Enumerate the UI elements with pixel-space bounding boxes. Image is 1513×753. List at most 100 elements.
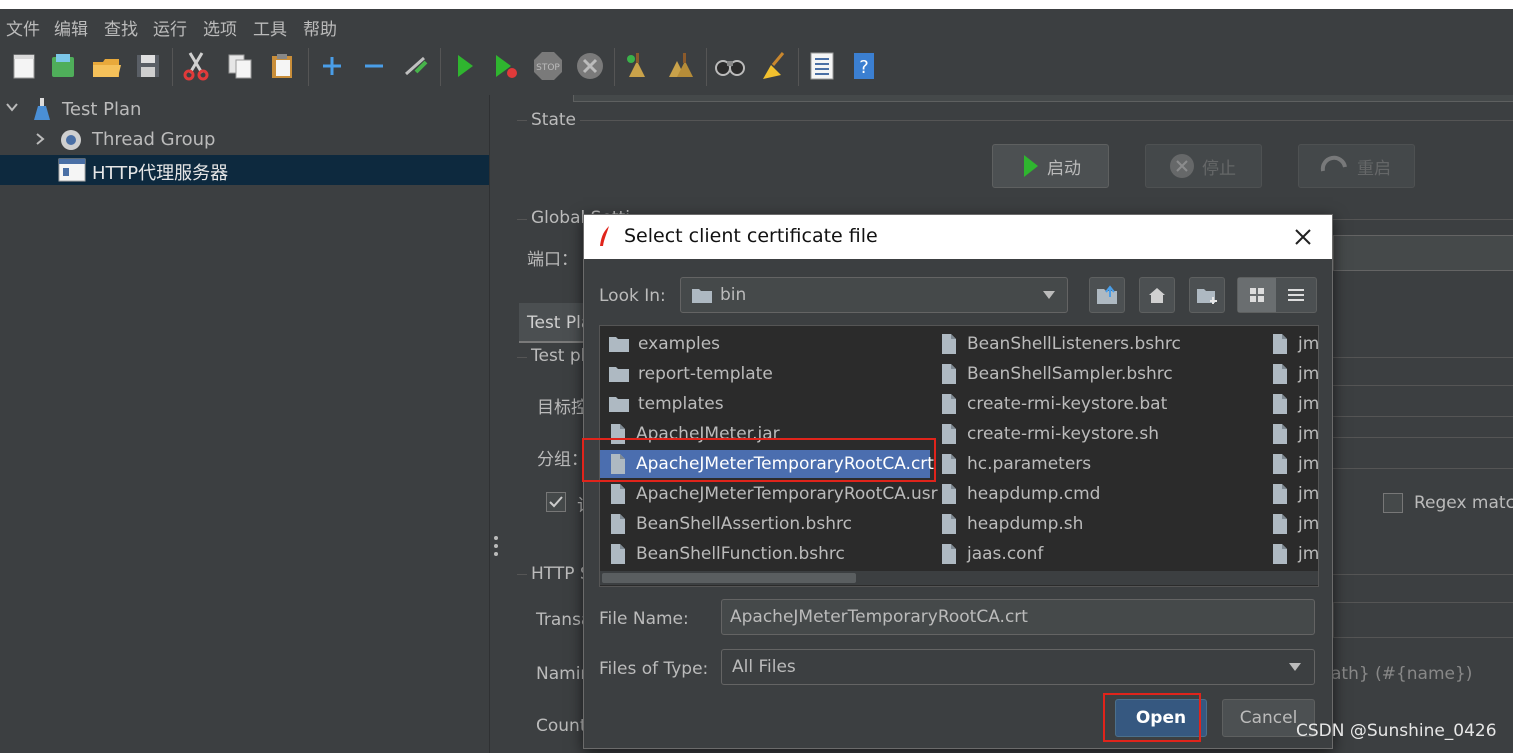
file-item[interactable]: jm <box>1262 360 1319 388</box>
file-item[interactable]: heapdump.cmd <box>931 480 1261 508</box>
menu-search[interactable]: 查找 <box>104 15 138 40</box>
open-button[interactable]: Open <box>1115 699 1207 737</box>
port-input[interactable] <box>1333 235 1513 271</box>
clear-all-icon[interactable] <box>664 50 696 82</box>
copy-icon[interactable] <box>224 50 256 82</box>
start-button[interactable]: 启动 <box>992 144 1109 188</box>
file-item[interactable]: BeanShellListeners.bshrc <box>931 330 1261 358</box>
new-icon[interactable] <box>8 50 40 82</box>
file-item[interactable]: jm <box>1262 390 1318 418</box>
menu-file[interactable]: 文件 <box>6 15 40 40</box>
clear-icon[interactable] <box>622 50 654 82</box>
folder-icon <box>609 397 629 412</box>
file-item[interactable]: heapdump.sh <box>931 510 1261 538</box>
chevron-down-icon[interactable] <box>4 99 20 120</box>
tree-item-test-plan[interactable]: Test Plan <box>0 95 489 125</box>
file-item[interactable]: jm <box>1262 480 1318 508</box>
paste-icon[interactable] <box>266 50 298 82</box>
naming-format-text: ath} (#{name}) <box>1331 664 1473 684</box>
file-item[interactable]: jm <box>1262 450 1318 478</box>
tab-test-plan[interactable]: Test Pla <box>519 303 591 343</box>
horizontal-scrollbar[interactable] <box>600 571 1318 585</box>
list-view-button[interactable] <box>1238 278 1276 312</box>
watermark: CSDN @Sunshine_0426 <box>1296 721 1497 741</box>
templates-icon[interactable] <box>47 50 79 82</box>
scrollbar-thumb[interactable] <box>602 573 856 583</box>
menu-help[interactable]: 帮助 <box>303 15 337 40</box>
file-item[interactable]: ApacheJMeterTemporaryRootCA.usr <box>600 480 938 508</box>
start-no-timers-icon[interactable] <box>490 50 522 82</box>
new-folder-button[interactable] <box>1189 277 1225 313</box>
file-icon <box>1273 334 1287 354</box>
transaction-input[interactable] <box>1333 602 1513 638</box>
file-item[interactable]: create-rmi-keystore.sh <box>931 420 1261 448</box>
gear-icon <box>58 127 84 158</box>
look-in-select[interactable]: bin <box>680 277 1068 313</box>
close-icon[interactable] <box>1290 224 1316 254</box>
cut-icon[interactable] <box>180 50 212 82</box>
save-icon[interactable] <box>132 50 164 82</box>
file-item[interactable]: ApacheJMeterTemporaryRootCA.crt <box>600 450 934 478</box>
regex-match-checkbox[interactable] <box>1383 493 1403 513</box>
details-view-button[interactable] <box>1277 278 1315 312</box>
file-item[interactable]: BeanShellFunction.bshrc <box>600 540 930 568</box>
file-item[interactable]: hc.parameters <box>931 450 1261 478</box>
file-item-label: jm <box>1298 364 1319 384</box>
shutdown-icon[interactable] <box>574 50 606 82</box>
help-icon[interactable]: ? <box>848 50 880 82</box>
stop-icon[interactable]: STOP <box>532 50 564 82</box>
chevron-down-icon <box>1289 663 1301 671</box>
tree-item-http-proxy[interactable]: HTTP代理服务器 <box>0 155 489 185</box>
file-item[interactable]: ApacheJMeter.jar <box>600 420 930 448</box>
expand-icon[interactable] <box>316 50 348 82</box>
restart-button[interactable]: 重启 <box>1298 144 1415 188</box>
proxy-icon <box>58 157 86 188</box>
start-icon[interactable] <box>448 50 480 82</box>
tree-item-label: HTTP代理服务器 <box>92 163 229 184</box>
view-toggle <box>1237 277 1317 313</box>
files-of-type-select[interactable]: All Files <box>721 649 1315 685</box>
file-item[interactable]: jm <box>1262 540 1318 568</box>
restart-button-label: 重启 <box>1357 158 1391 179</box>
file-icon <box>942 514 956 534</box>
open-icon[interactable] <box>90 50 122 82</box>
file-icon <box>942 394 956 414</box>
top-field-edge <box>573 95 1513 102</box>
folder-item[interactable]: examples <box>600 330 930 358</box>
file-name-input[interactable]: ApacheJMeterTemporaryRootCA.crt <box>721 599 1315 635</box>
tree-item-thread-group[interactable]: Thread Group <box>0 125 489 155</box>
toggle-icon[interactable] <box>400 50 432 82</box>
file-item[interactable]: BeanShellSampler.bshrc <box>931 360 1261 388</box>
file-item[interactable]: jm <box>1262 330 1318 358</box>
capture-headers-checkbox[interactable] <box>546 492 566 512</box>
reset-search-icon[interactable] <box>756 50 788 82</box>
menu-edit[interactable]: 编辑 <box>54 15 88 40</box>
menu-tools[interactable]: 工具 <box>253 15 287 40</box>
target-controller-select[interactable] <box>1323 385 1513 417</box>
file-item-label: ApacheJMeterTemporaryRootCA.usr <box>636 484 938 504</box>
menu-options[interactable]: 选项 <box>203 15 237 40</box>
grid-icon <box>1250 288 1264 302</box>
start-button-label: 启动 <box>1047 158 1081 179</box>
split-pane-divider[interactable] <box>489 95 504 753</box>
state-section-label: State <box>527 110 580 130</box>
file-item[interactable]: jm <box>1262 420 1318 448</box>
new-folder-icon <box>1197 289 1217 304</box>
file-item[interactable]: create-rmi-keystore.bat <box>931 390 1261 418</box>
folder-item[interactable]: templates <box>600 390 930 418</box>
collapse-icon[interactable] <box>358 50 390 82</box>
folder-item[interactable]: report-template <box>600 360 930 388</box>
search-icon[interactable] <box>714 50 746 82</box>
up-one-level-button[interactable] <box>1089 277 1125 313</box>
file-item[interactable]: BeanShellAssertion.bshrc <box>600 510 930 538</box>
stop-button[interactable]: 停止 <box>1145 144 1262 188</box>
file-item[interactable]: jm <box>1262 510 1318 538</box>
file-item[interactable]: jaas.conf <box>931 540 1261 568</box>
grouping-select[interactable] <box>1323 437 1513 469</box>
chevron-right-icon[interactable] <box>32 131 48 152</box>
menu-run[interactable]: 运行 <box>153 15 187 40</box>
tree-item-label: Thread Group <box>92 129 216 150</box>
home-button[interactable] <box>1139 277 1175 313</box>
function-helper-icon[interactable] <box>806 50 838 82</box>
file-icon <box>942 364 956 384</box>
